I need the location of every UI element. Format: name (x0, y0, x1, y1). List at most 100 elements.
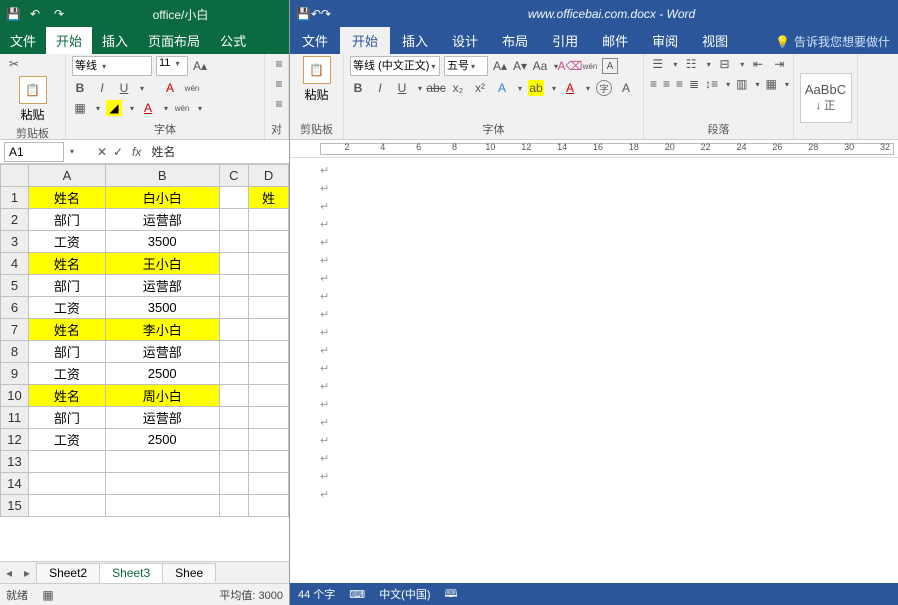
row-header-6[interactable]: 6 (1, 297, 29, 319)
cell-C12[interactable] (219, 429, 249, 451)
col-header-D[interactable]: D (249, 165, 289, 187)
sheet-nav-prev-icon[interactable]: ◂ (0, 566, 18, 580)
sheet-tab-Sheet2[interactable]: Sheet2 (36, 563, 100, 582)
text-effects-icon[interactable]: A (494, 80, 510, 96)
bullets-icon[interactable]: ☰ (650, 56, 665, 72)
font-name-select[interactable]: 等线 (中文正文)▾ (350, 56, 440, 76)
superscript-icon[interactable]: x² (472, 80, 488, 96)
phonetic-icon[interactable]: wén (184, 80, 200, 96)
paragraph-mark[interactable]: ↵ (320, 290, 898, 308)
cell-B8[interactable]: 运营部 (105, 341, 219, 363)
cell-C8[interactable] (219, 341, 249, 363)
line-spacing-icon[interactable]: ↕≡ (705, 76, 718, 92)
cell-C4[interactable] (219, 253, 249, 275)
status-char-count[interactable]: 44 个字 (298, 586, 335, 602)
name-box[interactable] (4, 142, 64, 162)
char-shading-icon[interactable]: A (618, 80, 634, 96)
bold-icon[interactable]: B (72, 80, 88, 96)
paragraph-mark[interactable]: ↵ (320, 470, 898, 488)
cell-D3[interactable] (249, 231, 289, 253)
row-header-9[interactable]: 9 (1, 363, 29, 385)
underline-icon[interactable]: U (394, 80, 410, 96)
save-icon[interactable]: 💾 (6, 6, 22, 22)
row-header-7[interactable]: 7 (1, 319, 29, 341)
cell-A9[interactable]: 工资 (29, 363, 106, 385)
col-header-A[interactable]: A (29, 165, 106, 187)
cell-A10[interactable]: 姓名 (29, 385, 106, 407)
formula-value[interactable]: 姓名 (147, 143, 179, 160)
cell-D10[interactable] (249, 385, 289, 407)
row-header-4[interactable]: 4 (1, 253, 29, 275)
cell-B5[interactable]: 运营部 (105, 275, 219, 297)
align-center-icon[interactable]: ≡ (663, 76, 670, 92)
cell-A6[interactable]: 工资 (29, 297, 106, 319)
cell-D11[interactable] (249, 407, 289, 429)
cell-C6[interactable] (219, 297, 249, 319)
cell-B4[interactable]: 王小白 (105, 253, 219, 275)
align-left-icon[interactable]: ≡ (650, 76, 657, 92)
font-dialog-icon[interactable]: A (162, 80, 178, 96)
font-name-select[interactable]: 等线 ▾ (72, 56, 152, 76)
cell-C11[interactable] (219, 407, 249, 429)
sheet-tab-Sheet3[interactable]: Sheet3 (99, 563, 163, 583)
paragraph-mark[interactable]: ↵ (320, 434, 898, 452)
highlight-icon[interactable]: ab (528, 80, 544, 96)
cell-D9[interactable] (249, 363, 289, 385)
cell-C5[interactable] (219, 275, 249, 297)
row-header-2[interactable]: 2 (1, 209, 29, 231)
namebox-dropdown-icon[interactable]: ▾ (70, 147, 74, 156)
border-icon[interactable]: ▦ (766, 76, 777, 92)
cell-D13[interactable] (249, 451, 289, 473)
cell-C3[interactable] (219, 231, 249, 253)
style-normal[interactable]: AaBbC ↓ 正 (800, 73, 852, 123)
enclose-char-icon[interactable]: 字 (596, 80, 612, 96)
word-tab-审阅[interactable]: 审阅 (640, 27, 690, 54)
cancel-icon[interactable]: ✕ (94, 144, 110, 160)
cell-B15[interactable] (105, 495, 219, 517)
bold-icon[interactable]: B (350, 80, 366, 96)
paste-button[interactable]: 📋 粘贴 (296, 56, 337, 103)
row-header-3[interactable]: 3 (1, 231, 29, 253)
paste-button[interactable]: 📋 粘贴 (6, 76, 59, 123)
row-header-12[interactable]: 12 (1, 429, 29, 451)
paragraph-mark[interactable]: ↵ (320, 308, 898, 326)
cell-C10[interactable] (219, 385, 249, 407)
book-icon[interactable]: 🕮 (445, 585, 458, 604)
cell-A13[interactable] (29, 451, 106, 473)
save-icon[interactable]: 💾 (296, 7, 311, 21)
italic-icon[interactable]: I (94, 80, 110, 96)
word-tab-视图[interactable]: 视图 (690, 27, 740, 54)
enter-icon[interactable]: ✓ (110, 144, 126, 160)
strike-icon[interactable]: abc (428, 80, 444, 96)
word-tab-设计[interactable]: 设计 (440, 27, 490, 54)
underline-icon[interactable]: U (116, 80, 132, 96)
row-header-13[interactable]: 13 (1, 451, 29, 473)
cell-C7[interactable] (219, 319, 249, 341)
cell-D15[interactable] (249, 495, 289, 517)
paragraph-mark[interactable]: ↵ (320, 182, 898, 200)
cell-D7[interactable] (249, 319, 289, 341)
subscript-icon[interactable]: x₂ (450, 80, 466, 96)
cell-A12[interactable]: 工资 (29, 429, 106, 451)
cut-icon[interactable]: ✂ (6, 56, 22, 72)
paragraph-mark[interactable]: ↵ (320, 488, 898, 506)
dec-indent-icon[interactable]: ⇤ (750, 56, 765, 72)
cell-A4[interactable]: 姓名 (29, 253, 106, 275)
cell-D1[interactable]: 姓 (249, 187, 289, 209)
font-color-icon[interactable]: A (562, 80, 578, 96)
font-size-select[interactable]: 11 ▾ (156, 56, 188, 76)
record-macro-icon[interactable]: ▦ (40, 587, 56, 603)
paragraph-mark[interactable]: ↵ (320, 362, 898, 380)
word-tab-引用[interactable]: 引用 (540, 27, 590, 54)
align-right-icon[interactable]: ≡ (676, 76, 683, 92)
cell-D8[interactable] (249, 341, 289, 363)
fill-color-icon[interactable]: ◢ (106, 100, 122, 116)
excel-tab-公式[interactable]: 公式 (210, 27, 256, 54)
cell-C9[interactable] (219, 363, 249, 385)
cell-B6[interactable]: 3500 (105, 297, 219, 319)
align-mid-icon[interactable]: ≡ (271, 76, 287, 92)
cell-B14[interactable] (105, 473, 219, 495)
paragraph-mark[interactable]: ↵ (320, 254, 898, 272)
paragraph-mark[interactable]: ↵ (320, 200, 898, 218)
paragraph-mark[interactable]: ↵ (320, 452, 898, 470)
